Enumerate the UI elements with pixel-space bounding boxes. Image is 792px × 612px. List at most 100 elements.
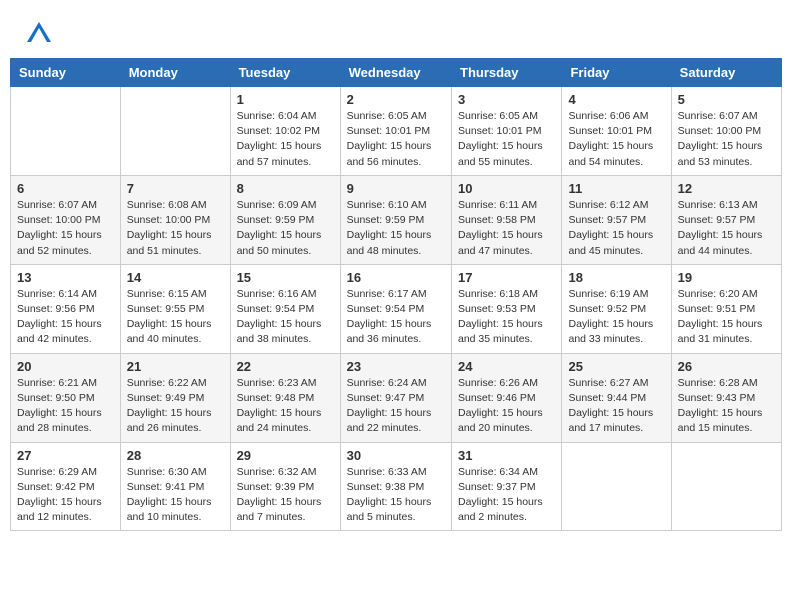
day-info: Sunrise: 6:09 AM Sunset: 9:59 PM Dayligh… <box>237 198 334 259</box>
calendar-week-2: 6 Sunrise: 6:07 AM Sunset: 10:00 PM Dayli… <box>11 175 782 264</box>
calendar-cell: 3 Sunrise: 6:05 AM Sunset: 10:01 PM Dayli… <box>452 87 562 176</box>
calendar-cell: 12 Sunrise: 6:13 AM Sunset: 9:57 PM Dayli… <box>671 175 781 264</box>
day-number: 26 <box>678 359 775 374</box>
calendar-cell: 19 Sunrise: 6:20 AM Sunset: 9:51 PM Dayli… <box>671 264 781 353</box>
calendar: SundayMondayTuesdayWednesdayThursdayFrid… <box>10 58 782 531</box>
day-number: 13 <box>17 270 114 285</box>
day-header-thursday: Thursday <box>452 59 562 87</box>
day-info: Sunrise: 6:12 AM Sunset: 9:57 PM Dayligh… <box>568 198 664 259</box>
calendar-cell <box>671 442 781 531</box>
day-info: Sunrise: 6:27 AM Sunset: 9:44 PM Dayligh… <box>568 376 664 437</box>
day-info: Sunrise: 6:32 AM Sunset: 9:39 PM Dayligh… <box>237 465 334 526</box>
calendar-cell: 4Sunrise: 6:06 AM Sunset: 10:01 PM Dayli… <box>562 87 671 176</box>
day-number: 14 <box>127 270 224 285</box>
day-number: 3 <box>458 92 555 107</box>
calendar-cell: 21 Sunrise: 6:22 AM Sunset: 9:49 PM Dayli… <box>120 353 230 442</box>
day-info: Sunrise: 6:23 AM Sunset: 9:48 PM Dayligh… <box>237 376 334 437</box>
calendar-week-1: 1Sunrise: 6:04 AM Sunset: 10:02 PM Dayli… <box>11 87 782 176</box>
calendar-cell: 18 Sunrise: 6:19 AM Sunset: 9:52 PM Dayli… <box>562 264 671 353</box>
calendar-cell: 24 Sunrise: 6:26 AM Sunset: 9:46 PM Dayli… <box>452 353 562 442</box>
day-number: 6 <box>17 181 114 196</box>
day-info: Sunrise: 6:21 AM Sunset: 9:50 PM Dayligh… <box>17 376 114 437</box>
day-header-friday: Friday <box>562 59 671 87</box>
day-info: Sunrise: 6:17 AM Sunset: 9:54 PM Dayligh… <box>347 287 445 348</box>
calendar-cell: 20 Sunrise: 6:21 AM Sunset: 9:50 PM Dayli… <box>11 353 121 442</box>
day-info: Sunrise: 6:22 AM Sunset: 9:49 PM Dayligh… <box>127 376 224 437</box>
logo <box>25 20 57 48</box>
calendar-week-4: 20 Sunrise: 6:21 AM Sunset: 9:50 PM Dayli… <box>11 353 782 442</box>
day-info: Sunrise: 6:30 AM Sunset: 9:41 PM Dayligh… <box>127 465 224 526</box>
calendar-cell: 31 Sunrise: 6:34 AM Sunset: 9:37 PM Dayli… <box>452 442 562 531</box>
calendar-cell: 25 Sunrise: 6:27 AM Sunset: 9:44 PM Dayli… <box>562 353 671 442</box>
day-number: 20 <box>17 359 114 374</box>
calendar-cell: 16 Sunrise: 6:17 AM Sunset: 9:54 PM Dayli… <box>340 264 451 353</box>
day-number: 2 <box>347 92 445 107</box>
day-number: 1 <box>237 92 334 107</box>
day-info: Sunrise: 6:11 AM Sunset: 9:58 PM Dayligh… <box>458 198 555 259</box>
calendar-header-row: SundayMondayTuesdayWednesdayThursdayFrid… <box>11 59 782 87</box>
day-number: 12 <box>678 181 775 196</box>
calendar-cell: 13 Sunrise: 6:14 AM Sunset: 9:56 PM Dayli… <box>11 264 121 353</box>
calendar-cell: 26 Sunrise: 6:28 AM Sunset: 9:43 PM Dayli… <box>671 353 781 442</box>
day-header-saturday: Saturday <box>671 59 781 87</box>
day-number: 23 <box>347 359 445 374</box>
calendar-cell: 1Sunrise: 6:04 AM Sunset: 10:02 PM Dayli… <box>230 87 340 176</box>
day-header-wednesday: Wednesday <box>340 59 451 87</box>
calendar-cell: 23 Sunrise: 6:24 AM Sunset: 9:47 PM Dayli… <box>340 353 451 442</box>
day-info: Sunrise: 6:33 AM Sunset: 9:38 PM Dayligh… <box>347 465 445 526</box>
day-info: Sunrise: 6:16 AM Sunset: 9:54 PM Dayligh… <box>237 287 334 348</box>
day-info: Sunrise: 6:26 AM Sunset: 9:46 PM Dayligh… <box>458 376 555 437</box>
calendar-week-3: 13 Sunrise: 6:14 AM Sunset: 9:56 PM Dayli… <box>11 264 782 353</box>
calendar-cell: 10 Sunrise: 6:11 AM Sunset: 9:58 PM Dayli… <box>452 175 562 264</box>
calendar-cell: 5 Sunrise: 6:07 AM Sunset: 10:00 PM Dayli… <box>671 87 781 176</box>
day-info: Sunrise: 6:07 AM Sunset: 10:00 PM Daylig… <box>17 198 114 259</box>
day-number: 16 <box>347 270 445 285</box>
day-info: Sunrise: 6:24 AM Sunset: 9:47 PM Dayligh… <box>347 376 445 437</box>
calendar-week-5: 27 Sunrise: 6:29 AM Sunset: 9:42 PM Dayli… <box>11 442 782 531</box>
calendar-cell: 6 Sunrise: 6:07 AM Sunset: 10:00 PM Dayli… <box>11 175 121 264</box>
calendar-cell: 7Sunrise: 6:08 AM Sunset: 10:00 PM Dayli… <box>120 175 230 264</box>
day-number: 7 <box>127 181 224 196</box>
calendar-cell: 9Sunrise: 6:10 AM Sunset: 9:59 PM Daylig… <box>340 175 451 264</box>
day-number: 25 <box>568 359 664 374</box>
day-info: Sunrise: 6:05 AM Sunset: 10:01 PM Daylig… <box>458 109 555 170</box>
day-info: Sunrise: 6:18 AM Sunset: 9:53 PM Dayligh… <box>458 287 555 348</box>
day-number: 31 <box>458 448 555 463</box>
day-info: Sunrise: 6:07 AM Sunset: 10:00 PM Daylig… <box>678 109 775 170</box>
day-info: Sunrise: 6:20 AM Sunset: 9:51 PM Dayligh… <box>678 287 775 348</box>
day-info: Sunrise: 6:13 AM Sunset: 9:57 PM Dayligh… <box>678 198 775 259</box>
day-number: 18 <box>568 270 664 285</box>
day-info: Sunrise: 6:05 AM Sunset: 10:01 PM Daylig… <box>347 109 445 170</box>
calendar-cell: 2 Sunrise: 6:05 AM Sunset: 10:01 PM Dayli… <box>340 87 451 176</box>
day-number: 15 <box>237 270 334 285</box>
calendar-cell: 14 Sunrise: 6:15 AM Sunset: 9:55 PM Dayli… <box>120 264 230 353</box>
calendar-cell: 29Sunrise: 6:32 AM Sunset: 9:39 PM Dayli… <box>230 442 340 531</box>
page-header <box>10 10 782 53</box>
day-info: Sunrise: 6:14 AM Sunset: 9:56 PM Dayligh… <box>17 287 114 348</box>
day-number: 21 <box>127 359 224 374</box>
calendar-cell: 30 Sunrise: 6:33 AM Sunset: 9:38 PM Dayli… <box>340 442 451 531</box>
calendar-cell: 17Sunrise: 6:18 AM Sunset: 9:53 PM Dayli… <box>452 264 562 353</box>
day-number: 19 <box>678 270 775 285</box>
logo-icon <box>25 20 53 48</box>
day-info: Sunrise: 6:34 AM Sunset: 9:37 PM Dayligh… <box>458 465 555 526</box>
day-number: 10 <box>458 181 555 196</box>
day-number: 30 <box>347 448 445 463</box>
day-info: Sunrise: 6:15 AM Sunset: 9:55 PM Dayligh… <box>127 287 224 348</box>
calendar-cell: 27 Sunrise: 6:29 AM Sunset: 9:42 PM Dayli… <box>11 442 121 531</box>
day-number: 4 <box>568 92 664 107</box>
calendar-cell: 22 Sunrise: 6:23 AM Sunset: 9:48 PM Dayli… <box>230 353 340 442</box>
day-info: Sunrise: 6:28 AM Sunset: 9:43 PM Dayligh… <box>678 376 775 437</box>
day-number: 8 <box>237 181 334 196</box>
calendar-cell <box>11 87 121 176</box>
day-number: 22 <box>237 359 334 374</box>
day-number: 9 <box>347 181 445 196</box>
day-number: 5 <box>678 92 775 107</box>
day-number: 24 <box>458 359 555 374</box>
calendar-cell <box>120 87 230 176</box>
day-header-monday: Monday <box>120 59 230 87</box>
day-number: 27 <box>17 448 114 463</box>
day-info: Sunrise: 6:29 AM Sunset: 9:42 PM Dayligh… <box>17 465 114 526</box>
calendar-cell: 28Sunrise: 6:30 AM Sunset: 9:41 PM Dayli… <box>120 442 230 531</box>
day-info: Sunrise: 6:19 AM Sunset: 9:52 PM Dayligh… <box>568 287 664 348</box>
